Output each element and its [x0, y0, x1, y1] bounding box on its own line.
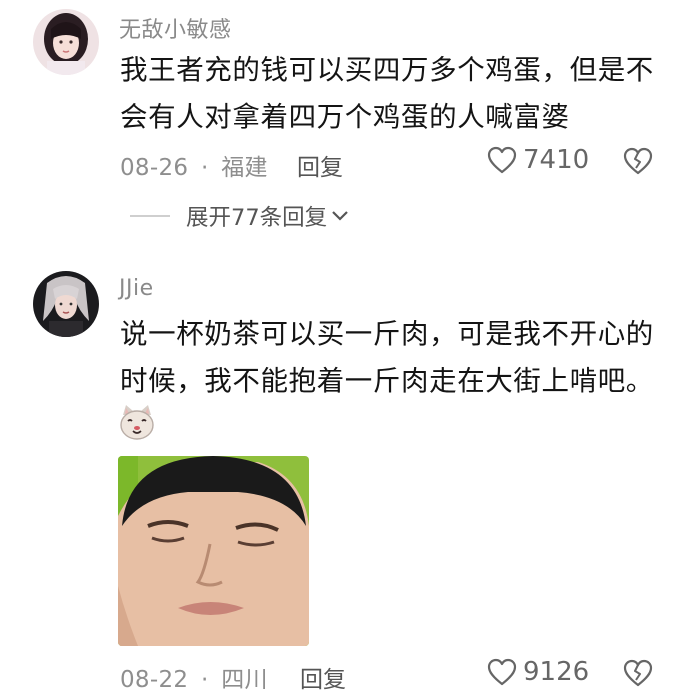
dislike-button[interactable]	[623, 659, 653, 687]
comment-date: 08-22	[120, 667, 189, 693]
like-button[interactable]: 9126	[487, 657, 589, 687]
expand-replies-button[interactable]: 展开77条回复	[130, 200, 349, 232]
meta-separator: ·	[200, 667, 209, 693]
meta-separator: ·	[200, 155, 209, 181]
expand-replies-label: 展开77条回复	[186, 205, 328, 231]
comment-meta: 08-26 · 福建	[120, 148, 268, 182]
like-count: 7410	[523, 145, 590, 175]
username[interactable]: 无敌小敏感	[119, 12, 232, 44]
comment-date: 08-26	[120, 155, 189, 181]
like-button[interactable]: 7410	[487, 145, 589, 175]
comment-location: 福建	[221, 155, 268, 181]
divider-line	[130, 215, 170, 217]
comment-text: 我王者充的钱可以买四万多个鸡蛋，但是不会有人对拿着四万个鸡蛋的人喊富婆	[120, 54, 654, 133]
reply-button[interactable]: 回复	[300, 660, 346, 694]
chevron-down-icon	[331, 209, 349, 223]
broken-heart-icon	[623, 147, 653, 175]
broken-heart-icon	[623, 659, 653, 687]
like-count: 9126	[523, 657, 590, 687]
cat-face-emoji	[118, 403, 156, 441]
dislike-button[interactable]	[623, 147, 653, 175]
comment-meta: 08-22 · 四川	[120, 660, 268, 694]
reply-button[interactable]: 回复	[297, 148, 343, 182]
username[interactable]: JJie	[119, 276, 154, 301]
comment-text: 说一杯奶茶可以买一斤肉，可是我不开心的时候，我不能抱着一斤肉走在大街上啃吧。	[120, 318, 654, 397]
heart-outline-icon	[487, 658, 517, 686]
comment-location: 四川	[221, 667, 268, 693]
avatar-user-1[interactable]	[33, 9, 99, 75]
attached-photo[interactable]	[118, 456, 309, 646]
heart-outline-icon	[487, 146, 517, 174]
avatar-user-2[interactable]	[33, 271, 99, 337]
